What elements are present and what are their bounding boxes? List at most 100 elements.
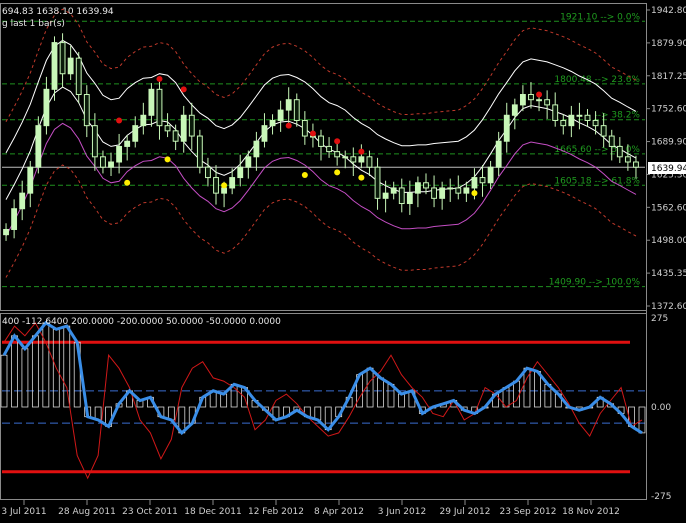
candle-body [67,57,74,75]
red-signal-dot [180,86,187,93]
cci-tick-label: 275 [651,314,668,324]
red-signal-dot [334,138,341,145]
yellow-signal-dot [301,171,308,178]
candle-body [414,182,421,194]
x-tick-label: 3 Jun 2012 [378,507,426,517]
candle-body [633,161,639,168]
candle-body [447,187,454,190]
candle-body [180,114,187,142]
x-tick-label: 18 Dec 2011 [184,507,242,517]
yellow-signal-dot [334,169,341,176]
red-signal-dot [536,91,543,98]
x-tick-label: 28 Aug 2011 [58,507,116,517]
fib-level-label: 1800.48 --> 23.6% [554,75,640,85]
candle-body [51,42,58,90]
x-tick-label: 29 Jul 2012 [440,507,491,517]
candle-body [100,156,106,168]
yellow-signal-dot [358,174,365,181]
candle-body [334,151,341,158]
x-tick-label: 23 Oct 2011 [122,507,178,517]
y-tick-label: 1689.90 [651,138,686,148]
x-tick-label: 23 Sep 2012 [499,507,556,517]
candle-body [568,114,575,127]
y-tick-label: 1562.60 [651,203,686,213]
candle-body [584,114,591,121]
fib-level-label: 1605.18 --> 61.8% [554,176,640,186]
candle-body [552,104,559,121]
candle-body [495,140,502,168]
candle-body [35,125,42,168]
yellow-signal-dot [471,190,478,197]
candle-body [358,156,365,163]
yellow-signal-dot [221,182,228,189]
y-tick-label: 1817.25 [651,72,686,82]
candle-body [245,156,252,168]
candle-body [156,88,163,127]
candle-body [326,145,332,153]
red-signal-dot [285,122,292,129]
candle-body [91,125,98,158]
candle-body [431,187,437,199]
candle-body [229,177,236,189]
candle-body [172,130,179,142]
x-tick-label: 8 Apr 2012 [314,507,364,517]
candle-body [528,94,534,101]
candle-body [423,182,429,189]
cci-tick-label: 0.00 [651,403,671,413]
y-tick-label: 1752.60 [651,105,686,115]
candle-body [536,99,542,102]
candle-body [269,119,276,127]
red-signal-dot [309,130,316,137]
red-signal-dot [358,148,365,155]
candle-body [608,135,615,147]
candle-body [318,135,324,147]
candle-body [624,156,631,163]
fib-level-label: --> 38.2% [595,111,641,121]
candle-body [148,88,155,116]
candle-body [205,166,211,179]
candle-body [59,42,66,75]
candle-body [237,166,244,179]
candle-body [108,161,114,168]
candle-body [519,94,526,106]
x-tick-label: 18 Nov 2012 [562,507,620,517]
candle-body [196,135,203,168]
candle-body [11,208,18,230]
red-signal-dot [156,75,163,82]
y-tick-label: 1372.60 [651,302,686,312]
candle-body [19,192,26,210]
candle-body [164,125,171,132]
candle-body [140,114,147,127]
current-price-label: 1639.94 [648,162,686,174]
candle-body [406,192,413,205]
candle-body [560,119,567,127]
candle-body [600,125,607,137]
indicator-info-text: 400 -112.6400 200.0000 -200.0000 50.0000… [2,317,281,327]
candle-body [261,125,268,142]
candle-body [43,88,50,127]
y-tick-label: 1498.00 [651,236,686,246]
candle-body [124,140,131,147]
financial-chart: 1921.10 --> 0.0% 1800.48 --> 23.6% --> 38.… [0,0,686,523]
candle-body [463,187,470,194]
candle-body [382,192,389,199]
candle-body [188,114,195,137]
red-signal-dot [116,117,123,124]
candle-body [592,119,599,127]
candle-body [301,119,308,137]
svg-text:1639.94: 1639.94 [651,164,686,174]
candle-body [374,166,381,199]
candle-body [471,177,478,189]
x-tick-label: 12 Feb 2012 [248,507,304,517]
candle-body [83,94,90,127]
candle-body [75,57,82,96]
candle-body [3,228,9,236]
candle-body [350,156,357,163]
x-tick-label: 3 Jul 2011 [1,507,46,517]
candle-body [487,166,494,184]
candle-body [366,156,373,168]
candle-body [116,145,123,163]
y-tick-label: 1879.90 [651,39,686,49]
candle-body [616,145,623,158]
price-info-text: 694.83 1638.10 1639.94 [2,7,114,17]
